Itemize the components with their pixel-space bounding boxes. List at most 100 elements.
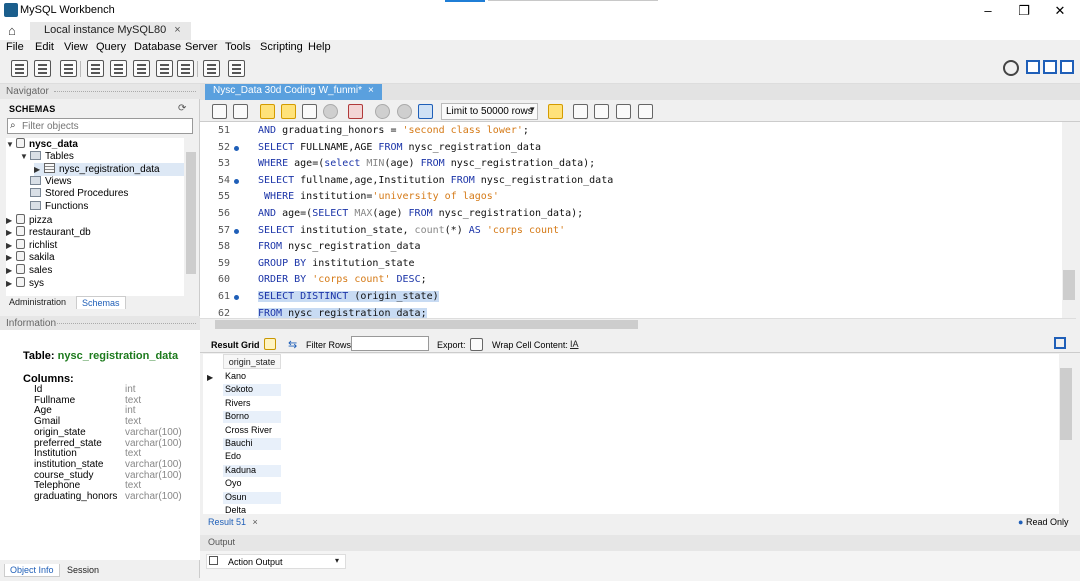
filter-rows-input[interactable]: [351, 336, 429, 351]
grid-cell-origin-state[interactable]: Bauchi: [223, 438, 281, 451]
grid-cell-origin-state[interactable]: Edo: [223, 451, 281, 465]
grid-scrollbar-thumb[interactable]: [1060, 368, 1072, 440]
maximize-button[interactable]: ❐: [1006, 2, 1042, 20]
code-line[interactable]: SELECT institution_state, count(*) AS 'c…: [258, 225, 565, 236]
toggle-continue-on-error-icon[interactable]: [348, 104, 363, 119]
code-line[interactable]: WHERE age=(select MIN(age) FROM nysc_reg…: [258, 158, 595, 169]
toggle-sidebar-icon[interactable]: [1026, 60, 1040, 74]
chevron-down-icon[interactable]: ▾: [335, 556, 339, 565]
collapsed-arrow-icon[interactable]: ▶: [6, 253, 16, 262]
toggle-result-panel-icon[interactable]: [1054, 337, 1066, 349]
chevron-down-icon[interactable]: ▾: [530, 104, 535, 115]
expanded-arrow-icon[interactable]: ▼: [6, 140, 16, 149]
refresh-results-icon[interactable]: ⇆: [288, 338, 297, 351]
query-tab[interactable]: Nysc_Data 30d Coding W_funmi* ×: [205, 84, 382, 100]
collapsed-arrow-icon[interactable]: ▶: [6, 228, 16, 237]
stop-icon[interactable]: [323, 104, 338, 119]
export-icon[interactable]: [470, 338, 483, 351]
close-tab-icon[interactable]: ×: [174, 24, 180, 36]
tree-item-views[interactable]: Views: [20, 175, 184, 189]
toggle-secondary-sidebar-icon[interactable]: [1060, 60, 1074, 74]
grid-cell-origin-state[interactable]: Cross River: [223, 425, 281, 438]
add-snippet-icon[interactable]: [548, 104, 563, 119]
grid-cell-origin-state[interactable]: Borno: [223, 411, 281, 425]
inspector-icon[interactable]: [60, 60, 77, 77]
tree-item-richlist[interactable]: ▶ richlist: [6, 238, 184, 252]
tree-item-nysc-data[interactable]: ▼ nysc_data: [6, 138, 184, 151]
result-grid-label[interactable]: Result Grid: [211, 340, 260, 350]
editor-hscrollbar-thumb[interactable]: [215, 320, 638, 329]
menu-server[interactable]: Server: [185, 41, 217, 53]
code-line[interactable]: SELECT DISTINCT (origin_state): [258, 291, 439, 302]
commit-icon[interactable]: [375, 104, 390, 119]
create-schema-icon[interactable]: [87, 60, 104, 77]
column-header-origin-state[interactable]: origin_state: [223, 354, 281, 369]
tree-item-sys[interactable]: ▶ sys: [6, 276, 184, 290]
open-sql-script-icon[interactable]: [34, 60, 51, 77]
open-file-icon[interactable]: [212, 104, 227, 119]
limit-rows-select[interactable]: Limit to 50000 rows: [441, 103, 538, 120]
menu-scripting[interactable]: Scripting: [260, 41, 303, 53]
rollback-icon[interactable]: [397, 104, 412, 119]
code-line[interactable]: AND graduating_honors = 'second class lo…: [258, 125, 529, 136]
code-line[interactable]: GROUP BY institution_state: [258, 258, 415, 269]
save-icon[interactable]: [233, 104, 248, 119]
toggle-output-icon[interactable]: [1043, 60, 1057, 74]
collapsed-arrow-icon[interactable]: ▶: [6, 279, 16, 288]
grid-cell-origin-state[interactable]: Rivers: [223, 398, 281, 411]
tree-item-pizza[interactable]: ▶ pizza: [6, 213, 184, 227]
beautify-icon[interactable]: [573, 104, 588, 119]
grid-view-icon[interactable]: [264, 338, 276, 350]
menu-help[interactable]: Help: [308, 41, 331, 53]
execute-icon[interactable]: [260, 104, 275, 119]
tree-item-sales[interactable]: ▶ sales: [6, 264, 184, 277]
collapsed-arrow-icon[interactable]: ▶: [34, 165, 44, 174]
tree-item-functions[interactable]: Functions: [20, 201, 184, 214]
menu-database[interactable]: Database: [134, 41, 181, 53]
result-tab[interactable]: Result 51 ×: [208, 517, 258, 527]
code-line[interactable]: SELECT FULLNAME,AGE FROM nysc_registrati…: [258, 142, 541, 153]
tree-item-tables[interactable]: ▼ Tables: [20, 150, 184, 164]
wrap-cell-icon[interactable]: IA: [570, 339, 579, 349]
close-query-tab-icon[interactable]: ×: [368, 85, 374, 96]
grid-cell-origin-state[interactable]: Osun: [223, 491, 281, 505]
close-result-tab-icon[interactable]: ×: [253, 517, 258, 527]
grid-cell-origin-state[interactable]: Sokoto: [223, 384, 281, 398]
tree-item-stored-procedures[interactable]: Stored Procedures: [20, 188, 184, 201]
collapsed-arrow-icon[interactable]: ▶: [6, 266, 16, 275]
new-sql-tab-icon[interactable]: [11, 60, 28, 77]
create-table-icon[interactable]: [110, 60, 127, 77]
tab-schemas[interactable]: Schemas: [76, 296, 126, 309]
collapsed-arrow-icon[interactable]: ▶: [6, 241, 16, 250]
tree-item-restaurant-db[interactable]: ▶ restaurant_db: [6, 226, 184, 239]
menu-edit[interactable]: Edit: [35, 41, 54, 53]
tab-session[interactable]: Session: [62, 564, 104, 576]
menu-view[interactable]: View: [64, 41, 88, 53]
minimize-button[interactable]: –: [970, 2, 1006, 20]
tree-item-nysc-registration-data[interactable]: ▶ nysc_registration_data: [34, 163, 184, 177]
gear-icon[interactable]: [1003, 60, 1019, 76]
tab-administration[interactable]: Administration: [4, 296, 71, 308]
refresh-schemas-icon[interactable]: ⟳: [178, 103, 186, 114]
create-procedure-icon[interactable]: [156, 60, 173, 77]
grid-cell-origin-state[interactable]: Oyo: [223, 478, 281, 492]
wrap-lines-icon[interactable]: [638, 104, 653, 119]
explain-icon[interactable]: [302, 104, 317, 119]
tree-scrollbar-thumb[interactable]: [186, 152, 196, 274]
grid-cell-origin-state[interactable]: Kaduna: [223, 464, 281, 478]
execute-current-icon[interactable]: [281, 104, 296, 119]
code-line[interactable]: ORDER BY 'corps count' DESC;: [258, 274, 427, 285]
menu-tools[interactable]: Tools: [225, 41, 251, 53]
menu-file[interactable]: File: [6, 41, 24, 53]
code-line[interactable]: AND age=(SELECT MAX(age) FROM nysc_regis…: [258, 208, 583, 219]
create-view-icon[interactable]: [133, 60, 150, 77]
code-line[interactable]: FROM nysc_registration_data: [258, 241, 421, 252]
invisible-chars-icon[interactable]: [616, 104, 631, 119]
tab-object-info[interactable]: Object Info: [4, 564, 60, 577]
close-window-button[interactable]: ✕: [1042, 2, 1078, 20]
menu-query[interactable]: Query: [96, 41, 126, 53]
connection-tab[interactable]: Local instance MySQL80 ×: [30, 22, 191, 40]
expanded-arrow-icon[interactable]: ▼: [20, 152, 30, 161]
code-line[interactable]: SELECT fullname,age,Institution FROM nys…: [258, 175, 613, 186]
find-icon[interactable]: [594, 104, 609, 119]
